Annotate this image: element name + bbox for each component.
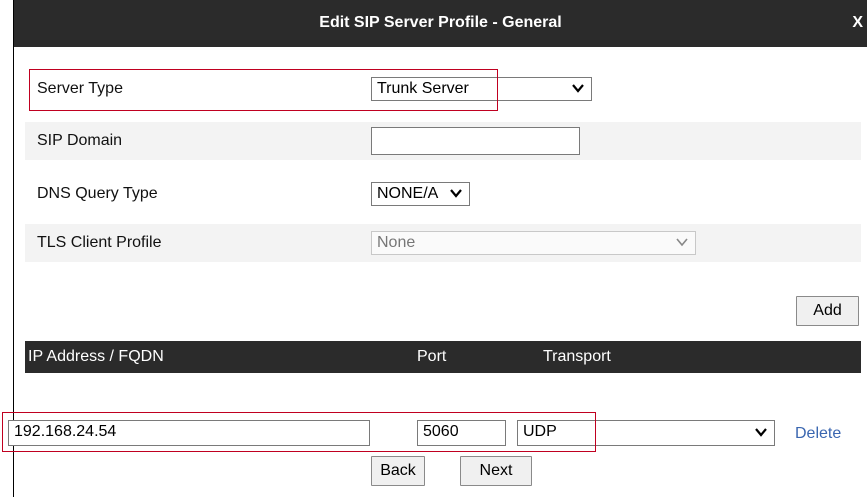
dialog-titlebar: Edit SIP Server Profile - General X [14,0,867,47]
chevron-down-icon [572,84,584,93]
ip-address-column-header: IP Address / FQDN [28,348,164,365]
tls-client-profile-row: TLS Client Profile None [25,224,861,262]
server-address-table-header: IP Address / FQDN Port Transport [25,341,861,373]
dns-query-type-value: NONE/A [377,185,439,202]
chevron-down-icon [450,189,462,198]
delete-link[interactable]: Delete [795,425,841,443]
server-address-highlight [2,412,596,452]
tls-client-profile-label: TLS Client Profile [37,234,162,251]
dns-query-type-select[interactable]: NONE/A [371,182,470,206]
tls-client-profile-value: None [377,234,416,251]
close-button[interactable]: X [852,14,863,32]
sip-domain-label: SIP Domain [37,132,123,149]
sip-domain-row: SIP Domain [25,122,861,160]
dns-query-type-row: DNS Query Type NONE/A [25,175,861,213]
chevron-down-icon [755,428,767,437]
back-button[interactable]: Back [371,456,425,486]
port-column-header: Port [417,348,447,365]
next-button[interactable]: Next [460,456,532,486]
chevron-down-icon [676,238,688,247]
add-button[interactable]: Add [796,296,859,326]
sip-domain-input[interactable] [371,127,580,155]
server-type-highlight [29,69,498,111]
dialog-title: Edit SIP Server Profile - General [319,14,562,31]
dns-query-type-label: DNS Query Type [37,185,158,202]
tls-client-profile-select: None [371,231,696,255]
transport-column-header: Transport [543,348,611,365]
